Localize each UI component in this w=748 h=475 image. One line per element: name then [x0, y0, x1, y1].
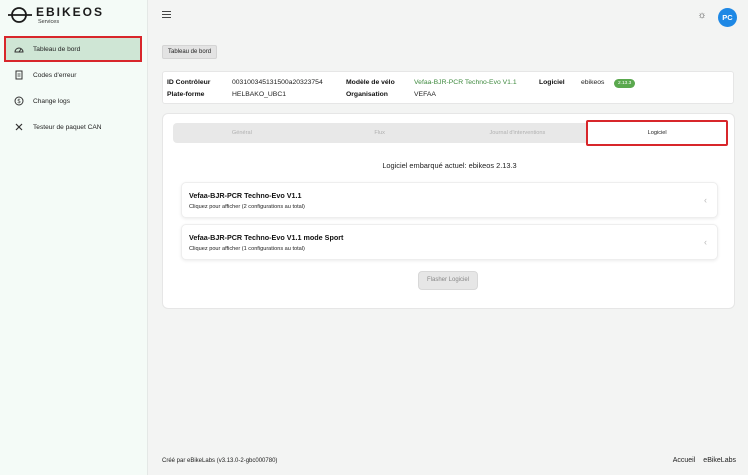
- footer-links: Accueil eBikeLabs: [673, 457, 736, 464]
- tab-bar: Général Flux Journal d'interventions Log…: [173, 120, 728, 146]
- controller-id-value: 003100345131500a20323754: [232, 79, 323, 86]
- tab-intervention-log[interactable]: Journal d'interventions: [449, 123, 587, 143]
- sidebar-item-label: Codes d'erreur: [33, 71, 77, 79]
- dollar-circle-icon: $: [14, 96, 24, 106]
- controller-info-panel: ID Contrôleur 003100345131500a20323754 P…: [162, 71, 734, 104]
- sidebar-item-change-logs[interactable]: $ Change logs: [6, 90, 140, 112]
- logo[interactable]: EBIKEOS Services: [8, 6, 104, 30]
- config-subtitle: Cliquez pour afficher (1 configurations …: [189, 246, 305, 252]
- svg-text:$: $: [17, 98, 21, 105]
- sidebar-item-error-codes[interactable]: Codes d'erreur: [6, 64, 140, 86]
- footer-home-link[interactable]: Accueil: [673, 457, 696, 464]
- chevron-left-icon: ‹: [704, 237, 707, 247]
- footer-version: Créé par eBikeLabs (v3.13.0-2-gbc000780): [162, 458, 278, 464]
- main-content: ☼ PC Tableau de bord ID Contrôleur 00310…: [148, 0, 748, 475]
- bike-model-label: Modèle de vélo: [346, 79, 395, 86]
- platform-label: Plate-forme: [167, 91, 205, 98]
- sidebar-item-dashboard[interactable]: Tableau de bord: [4, 36, 142, 62]
- config-item[interactable]: Vefaa-BJR-PCR Techno-Evo V1.1 Cliquez po…: [181, 182, 718, 218]
- organisation-label: Organisation: [346, 91, 388, 98]
- config-subtitle: Cliquez pour afficher (2 configurations …: [189, 204, 305, 210]
- clipboard-icon: [14, 70, 24, 80]
- software-value: ebikeos: [581, 79, 605, 86]
- embedded-software-text: Logiciel embarqué actuel: ebikeos 2.13.3: [382, 161, 517, 170]
- controller-id-label: ID Contrôleur: [167, 79, 211, 86]
- bike-model-value: Vefaa-BJR-PCR Techno-Evo V1.1: [414, 79, 517, 86]
- ebike-logo-icon: [8, 7, 32, 23]
- sidebar-item-label: Testeur de paquet CAN: [33, 123, 102, 131]
- tab-general[interactable]: Général: [173, 123, 311, 143]
- sidebar-item-label: Tableau de bord: [33, 45, 81, 53]
- avatar[interactable]: PC: [718, 8, 737, 27]
- dashboard-icon: [14, 44, 24, 54]
- organisation-value: VEFAA: [414, 91, 436, 98]
- tab-flux[interactable]: Flux: [311, 123, 449, 143]
- version-badge: 2.13.3: [614, 79, 636, 88]
- details-card: Général Flux Journal d'interventions Log…: [162, 113, 735, 309]
- sidebar: EBIKEOS Services Tableau de bord Codes d…: [0, 0, 148, 475]
- brand-title: EBIKEOS: [36, 5, 105, 19]
- flash-software-button[interactable]: Flasher Logiciel: [418, 271, 479, 290]
- tab-software[interactable]: Logiciel: [586, 120, 728, 146]
- sidebar-item-label: Change logs: [33, 97, 71, 105]
- chevron-left-icon: ‹: [704, 195, 707, 205]
- menu-icon[interactable]: [162, 11, 171, 18]
- breadcrumb[interactable]: Tableau de bord: [162, 45, 218, 59]
- sidebar-nav: Tableau de bord Codes d'erreur $ Change …: [4, 36, 142, 142]
- config-item[interactable]: Vefaa-BJR-PCR Techno-Evo V1.1 mode Sport…: [181, 224, 718, 260]
- brand-subtitle: Services: [38, 19, 60, 25]
- software-label: Logiciel: [539, 79, 565, 86]
- footer-ebikelabs-link[interactable]: eBikeLabs: [703, 457, 736, 464]
- platform-value: HELBAKO_UBC1: [232, 91, 287, 98]
- config-title: Vefaa-BJR-PCR Techno-Evo V1.1: [189, 191, 302, 200]
- tools-icon: [14, 122, 24, 132]
- sidebar-item-can-tester[interactable]: Testeur de paquet CAN: [6, 116, 140, 138]
- config-title: Vefaa-BJR-PCR Techno-Evo V1.1 mode Sport: [189, 233, 344, 242]
- sun-icon[interactable]: ☼: [697, 11, 707, 21]
